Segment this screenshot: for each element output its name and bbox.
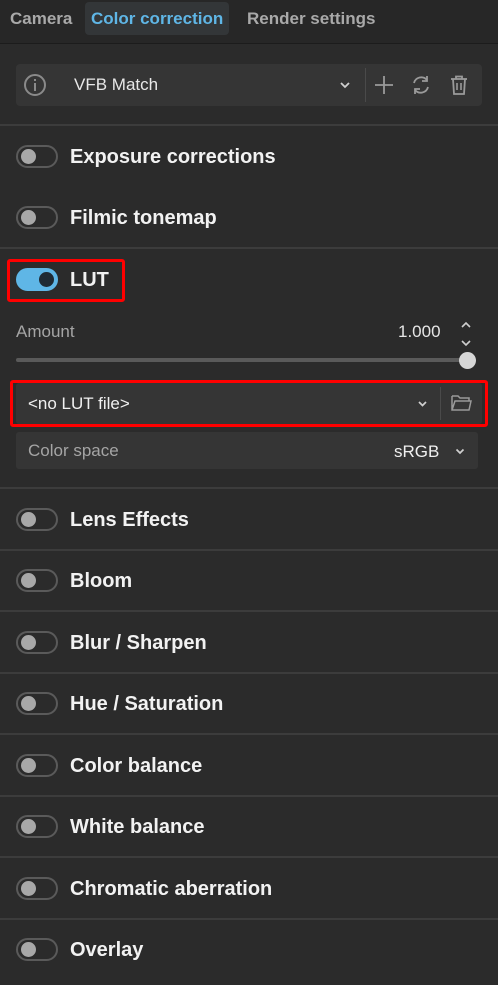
- divider: [0, 549, 498, 551]
- divider: [0, 487, 498, 489]
- toggle-knob: [21, 696, 36, 711]
- section-label: Bloom: [70, 570, 133, 592]
- highlight-lut-toggle: [7, 259, 125, 302]
- toggle-hue-saturation[interactable]: [16, 692, 58, 715]
- divider: [365, 68, 366, 102]
- divider: [0, 856, 498, 858]
- section-exposure-corrections: Exposure corrections: [0, 137, 498, 177]
- toggle-knob: [21, 758, 36, 773]
- toggle-lens-effects[interactable]: [16, 508, 58, 531]
- section-label: Hue / Saturation: [70, 693, 224, 715]
- toggle-knob: [21, 819, 36, 834]
- color-space-value: sRGB: [394, 442, 440, 461]
- amount-value[interactable]: 1.000: [398, 322, 441, 342]
- toggle-knob: [21, 210, 36, 225]
- tab-bar: Camera Color correction Render settings: [0, 0, 498, 44]
- section-color-balance: Color balance: [0, 746, 498, 786]
- toggle-filmic-tonemap[interactable]: [16, 206, 58, 229]
- toggle-exposure-corrections[interactable]: [16, 145, 58, 168]
- chevron-down-icon[interactable]: [338, 78, 352, 92]
- toggle-bloom[interactable]: [16, 569, 58, 592]
- divider: [0, 247, 498, 249]
- info-icon[interactable]: [23, 73, 47, 97]
- section-label: Color balance: [70, 755, 203, 777]
- toggle-knob: [21, 573, 36, 588]
- section-label: Blur / Sharpen: [70, 632, 207, 654]
- amount-slider-thumb[interactable]: [459, 352, 476, 369]
- section-bloom: Bloom: [0, 561, 498, 601]
- section-white-balance: White balance: [0, 807, 498, 847]
- preset-dropdown[interactable]: VFB Match: [16, 64, 482, 106]
- section-label: Chromatic aberration: [70, 878, 273, 900]
- toggle-overlay[interactable]: [16, 938, 58, 961]
- section-overlay: Overlay: [0, 930, 498, 970]
- amount-label: Amount: [16, 322, 75, 341]
- amount-slider-track[interactable]: [16, 358, 468, 362]
- trash-icon[interactable]: [448, 74, 470, 96]
- stepper-arrows-icon[interactable]: [460, 320, 472, 348]
- tab-color-correction[interactable]: Color correction: [85, 2, 230, 35]
- section-label: Lens Effects: [70, 509, 189, 531]
- section-label: White balance: [70, 816, 205, 838]
- divider: [0, 610, 498, 612]
- divider: [0, 918, 498, 920]
- plus-icon[interactable]: [373, 74, 395, 96]
- toggle-blur-sharpen[interactable]: [16, 631, 58, 654]
- section-label: Exposure corrections: [70, 146, 276, 168]
- toggle-knob: [21, 512, 36, 527]
- color-space-dropdown[interactable]: Color space sRGB: [16, 432, 478, 469]
- section-hue-saturation: Hue / Saturation: [0, 684, 498, 724]
- tab-camera[interactable]: Camera: [10, 2, 72, 35]
- section-blur-sharpen: Blur / Sharpen: [0, 623, 498, 663]
- toggle-knob: [21, 149, 36, 164]
- toggle-color-balance[interactable]: [16, 754, 58, 777]
- toggle-knob: [21, 635, 36, 650]
- divider: [0, 795, 498, 797]
- section-chromatic-aberration: Chromatic aberration: [0, 869, 498, 909]
- tab-render-settings[interactable]: Render settings: [247, 2, 375, 35]
- toggle-white-balance[interactable]: [16, 815, 58, 838]
- section-label: Filmic tonemap: [70, 207, 217, 229]
- section-label: Overlay: [70, 939, 144, 961]
- chevron-down-icon[interactable]: [454, 445, 466, 457]
- section-filmic-tonemap: Filmic tonemap: [0, 198, 498, 238]
- toggle-knob: [21, 942, 36, 957]
- refresh-icon[interactable]: [410, 74, 432, 96]
- toggle-knob: [21, 881, 36, 896]
- divider: [0, 124, 498, 126]
- toggle-chromatic-aberration[interactable]: [16, 877, 58, 900]
- highlight-lut-file: [10, 380, 488, 427]
- section-lens-effects: Lens Effects: [0, 500, 498, 540]
- color-space-label: Color space: [28, 441, 119, 460]
- divider: [0, 672, 498, 674]
- divider: [0, 733, 498, 735]
- preset-selected-value: VFB Match: [74, 75, 159, 94]
